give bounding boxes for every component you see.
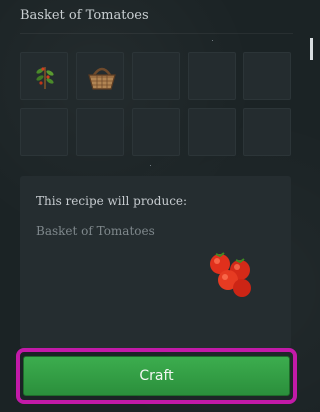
herb-sprig-icon <box>36 67 54 89</box>
wicker-basket-icon <box>88 67 116 90</box>
ingredient-slot[interactable] <box>76 52 124 100</box>
ingredient-slot[interactable] <box>132 52 180 100</box>
ingredient-slot[interactable] <box>243 108 291 156</box>
recipe-panel: This recipe will produce: Basket of Toma… <box>20 176 291 348</box>
title-divider <box>20 33 293 34</box>
ingredient-slot[interactable] <box>188 52 236 100</box>
window-title: Basket of Tomatoes <box>20 8 149 23</box>
tomatoes-icon <box>210 252 251 297</box>
ingredient-slot[interactable] <box>132 108 180 156</box>
produce-label: This recipe will produce: <box>36 194 188 208</box>
ingredient-slot[interactable] <box>188 108 236 156</box>
craft-button[interactable]: Craft <box>23 356 290 396</box>
scroll-indicator[interactable] <box>310 38 313 60</box>
ingredient-slot[interactable] <box>20 52 68 100</box>
result-name: Basket of Tomatoes <box>36 224 155 238</box>
ingredient-slot[interactable] <box>243 52 291 100</box>
ingredient-slot[interactable] <box>20 108 68 156</box>
ingredient-slot[interactable] <box>76 108 124 156</box>
